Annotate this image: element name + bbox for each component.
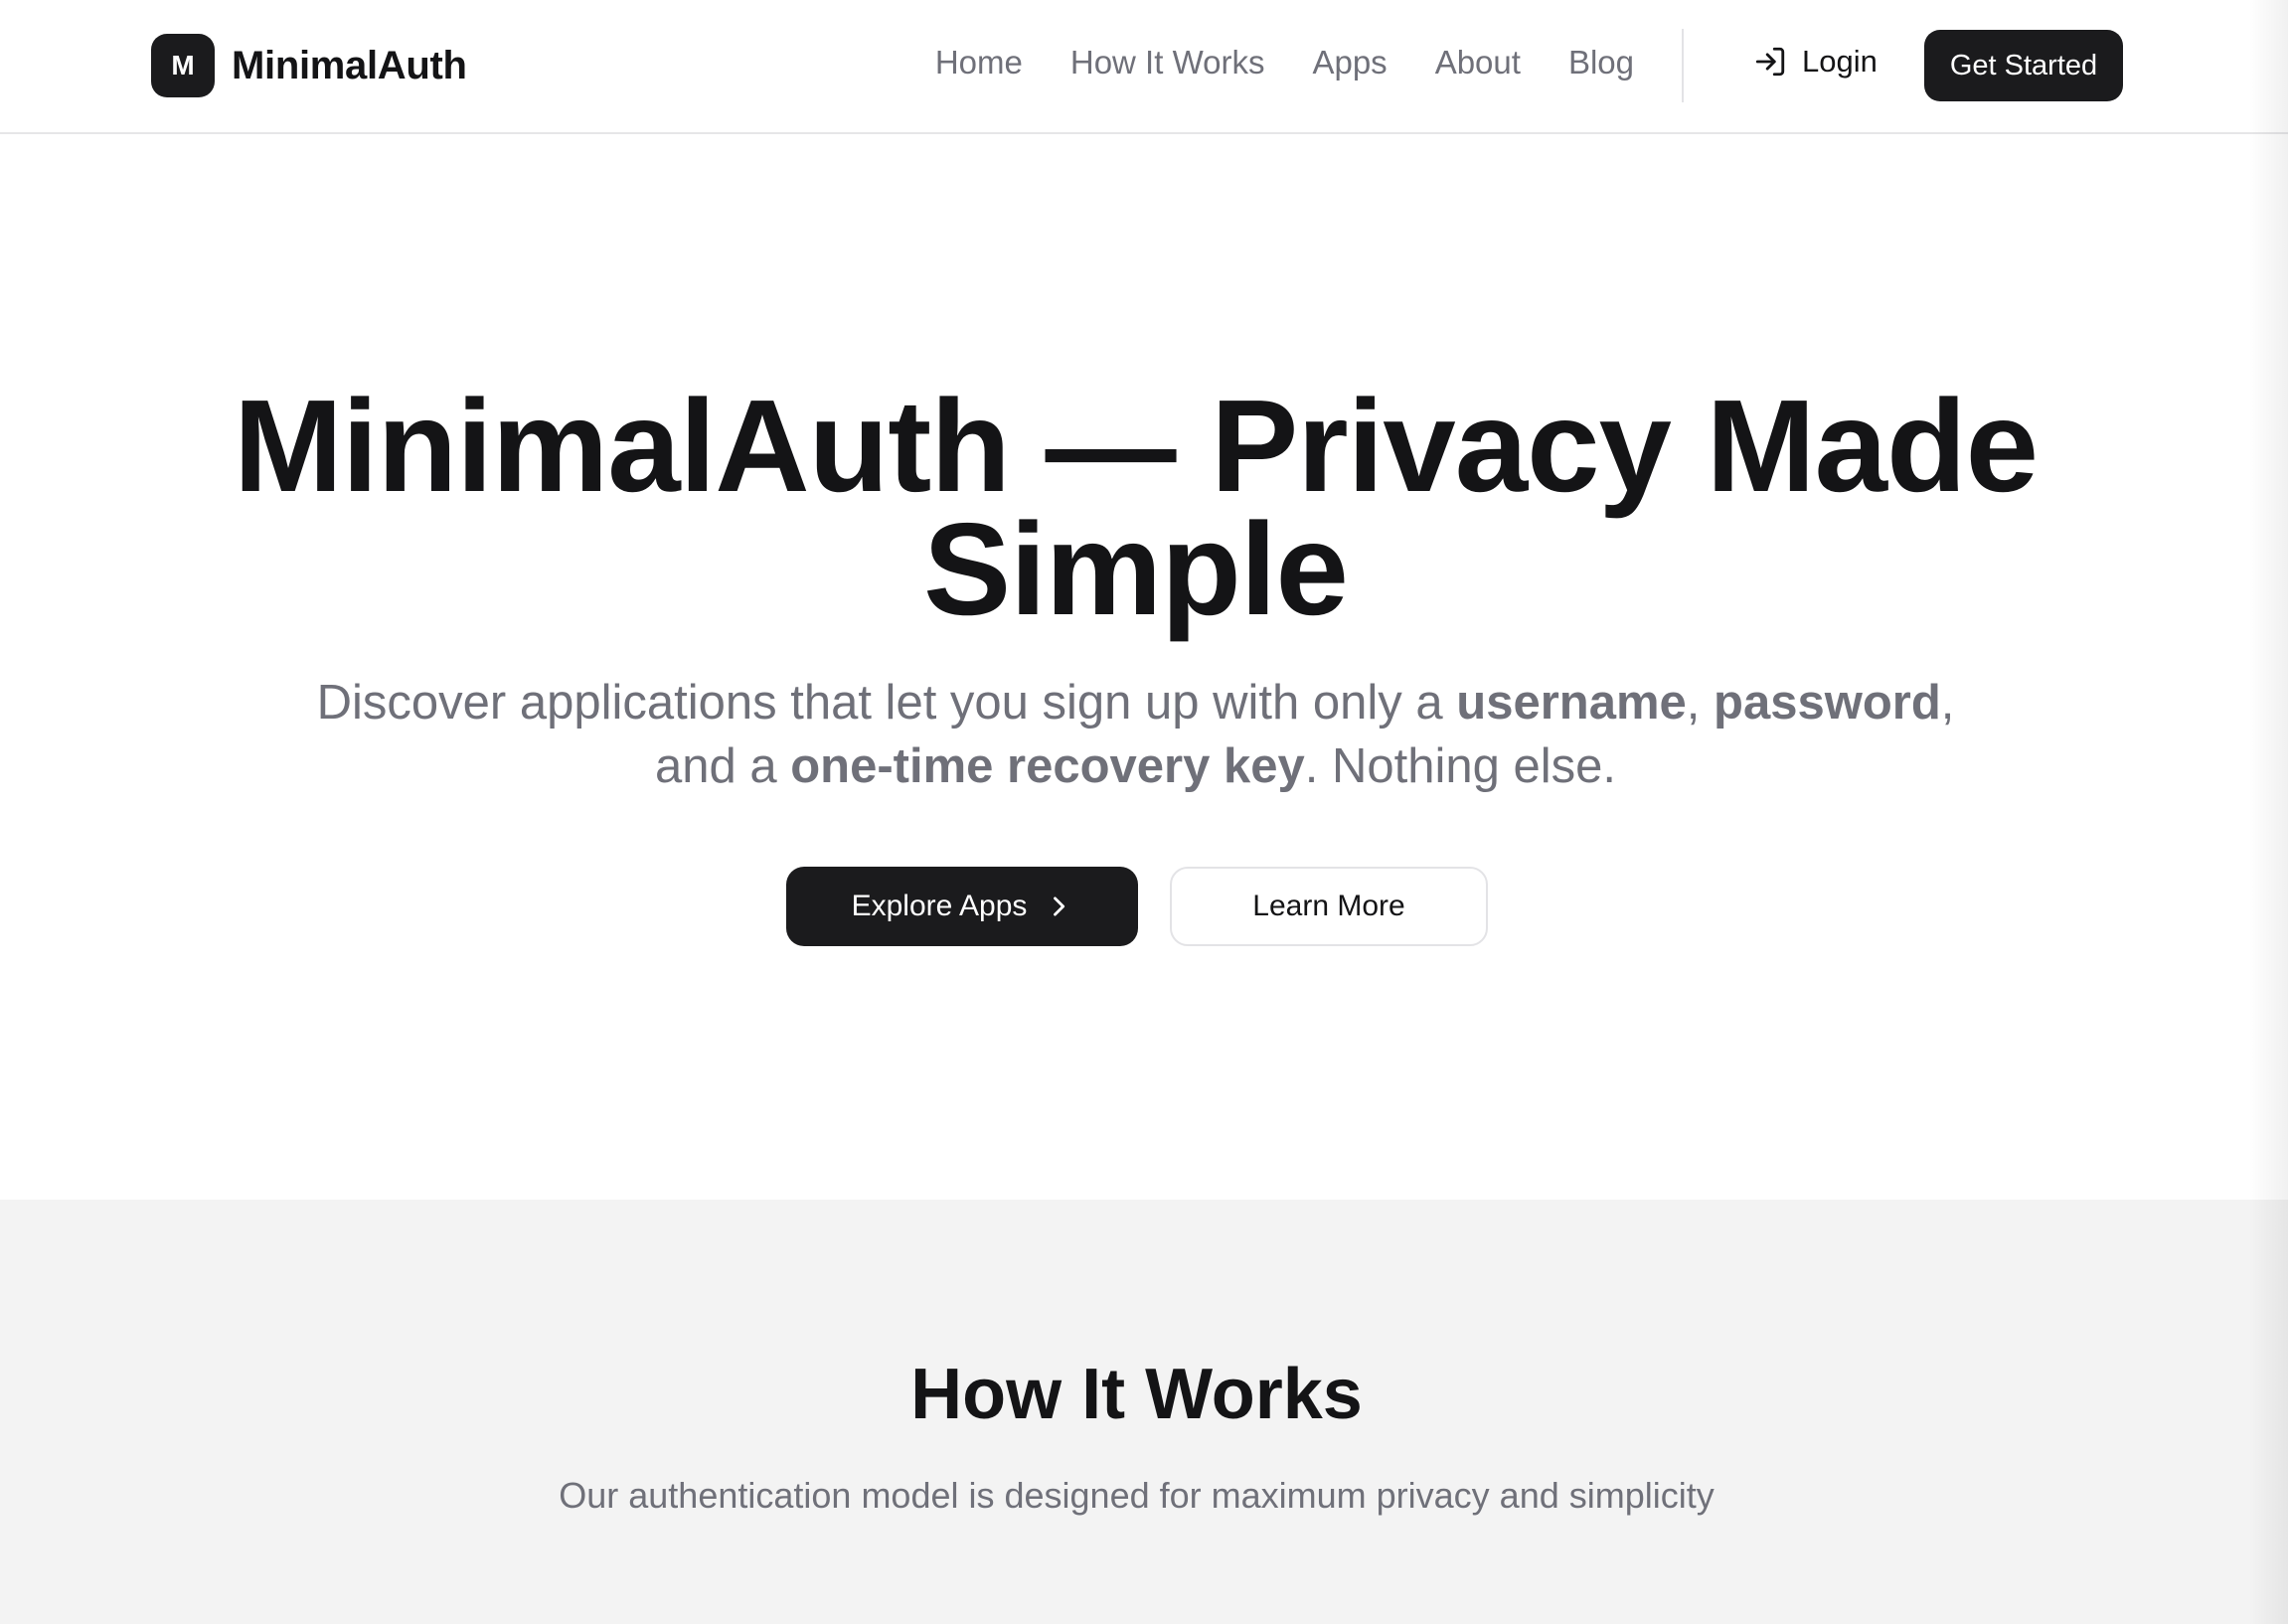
hero-subtitle-text: . Nothing else. <box>1304 739 1616 793</box>
login-button[interactable]: Login <box>1753 44 1878 80</box>
hero-subtitle: Discover applications that let you sign … <box>298 671 1973 798</box>
top-navbar: M MinimalAuth Home How It Works Apps Abo… <box>0 0 2288 134</box>
nav-divider <box>1682 29 1684 102</box>
hero-subtitle-password: password <box>1714 676 1941 730</box>
nav-link-home[interactable]: Home <box>935 44 1023 81</box>
nav-link-blog[interactable]: Blog <box>1568 44 1634 81</box>
hero-subtitle-text: , <box>1686 676 1715 730</box>
brand-logo-link[interactable]: M MinimalAuth <box>151 34 467 97</box>
how-it-works-title: How It Works <box>910 1355 1363 1434</box>
brand-logo-mark: M <box>151 34 215 97</box>
chevron-right-icon <box>1054 896 1065 916</box>
get-started-button[interactable]: Get Started <box>1924 30 2123 101</box>
hero-subtitle-text: Discover applications that let you sign … <box>316 676 1457 730</box>
how-it-works-subtitle: Our authentication model is designed for… <box>559 1475 1715 1516</box>
explore-apps-button[interactable]: Explore Apps <box>786 867 1138 946</box>
login-arrow-icon <box>1755 47 1785 77</box>
hero-subtitle-recovery-key: one-time recovery key <box>790 739 1305 793</box>
learn-more-button[interactable]: Learn More <box>1170 867 1488 946</box>
how-it-works-section: How It Works Our authentication model is… <box>0 1200 2288 1624</box>
hero-title: MinimalAuth — Privacy Made Simple <box>233 373 2039 642</box>
brand-name: MinimalAuth <box>232 43 467 87</box>
explore-apps-label: Explore Apps <box>851 890 1028 922</box>
nav-link-how-it-works[interactable]: How It Works <box>1070 44 1265 81</box>
hero-section: MinimalAuth — Privacy Made Simple Discov… <box>0 136 2288 1200</box>
hero-subtitle-username: username <box>1456 676 1687 730</box>
main-nav: Home How It Works Apps About Blog <box>935 44 1634 81</box>
nav-link-apps[interactable]: Apps <box>1312 44 1387 81</box>
nav-link-about[interactable]: About <box>1435 44 1521 81</box>
login-label: Login <box>1802 44 1878 79</box>
